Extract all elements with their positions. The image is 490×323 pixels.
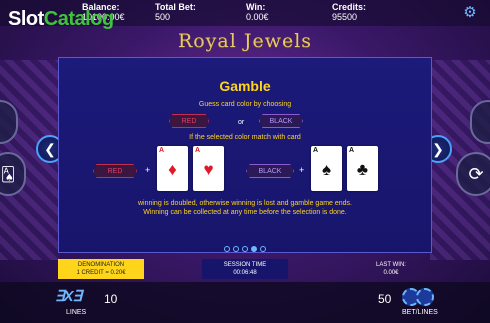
plus-sign: + (299, 165, 305, 175)
win-value: 0.00€ (246, 12, 269, 22)
card-rank: A (159, 147, 165, 154)
session-value: 00:06:48 (233, 270, 257, 276)
spade-icon: ♠ (321, 160, 332, 179)
win-stat: Win: 0.00€ (246, 2, 269, 22)
denomination-label: DENOMINATION (77, 262, 125, 268)
coins-icon[interactable] (402, 288, 436, 306)
denomination-value: 1 CREDIT = 0.20€ (76, 270, 126, 276)
page-dot[interactable] (233, 246, 239, 252)
card-ace-clubs: A ♣ (347, 146, 378, 191)
bet-value: 50 (378, 292, 392, 306)
credits-stat: Credits: 95500 (332, 2, 366, 22)
club-icon: ♣ (356, 160, 369, 179)
game-title: Royal Jewels (177, 30, 313, 52)
plus-sign: + (145, 165, 151, 175)
card-rank: A (195, 147, 201, 154)
page-dot[interactable] (224, 246, 230, 252)
watermark-part1: Slot (8, 8, 44, 30)
card-ace-hearts: A ♥ (193, 146, 224, 191)
watermark-part2: Catalog (43, 8, 114, 30)
watermark-logo: SlotCatalog (8, 8, 114, 30)
gamble-footer1: winning is doubled, otherwise winning is… (137, 200, 353, 207)
gamble-line2: If the selected color match with card (189, 134, 301, 141)
session-label: SESSION TIME (223, 262, 267, 268)
gear-icon[interactable]: ⚙ (462, 5, 478, 21)
gamble-footer2: Winning can be collected at any time bef… (143, 209, 347, 216)
spin-icon[interactable]: ⟳ (456, 152, 490, 196)
credits-value: 95500 (332, 12, 358, 22)
black-choice: BLACK (259, 114, 303, 128)
example-black: BLACK (246, 164, 294, 178)
card-ace-diamonds: A ♦ (157, 146, 188, 191)
total-bet-value: 500 (155, 12, 171, 22)
page-dots (224, 246, 268, 254)
example-red: RED (93, 164, 137, 178)
denomination-box[interactable]: DENOMINATION 1 CREDIT = 0.20€ (58, 259, 144, 279)
last-win-box: LAST WIN: 0.00€ (348, 259, 434, 279)
heart-icon: ♥ (203, 160, 214, 179)
card-rank: A (313, 147, 319, 154)
session-time-box: SESSION TIME 00:06:48 (202, 259, 288, 279)
diamond-icon: ♦ (168, 160, 177, 179)
card-ace-spades: A ♠ (311, 146, 342, 191)
lines-icon[interactable]: ∃X∃ (55, 289, 85, 305)
bet-lines-label: BET/LINES (402, 309, 438, 316)
page-dot[interactable] (251, 246, 257, 252)
red-choice: RED (169, 114, 209, 128)
page-dot[interactable] (242, 246, 248, 252)
page-dot[interactable] (260, 246, 266, 252)
gamble-line1: Guess card color by choosing (198, 101, 292, 108)
or-label: or (238, 119, 245, 126)
lines-value: 10 (104, 292, 118, 306)
gamble-panel: Gamble Guess card color by choosing RED … (58, 57, 432, 253)
last-win-label: LAST WIN: (376, 262, 406, 268)
win-label: Win: (246, 2, 266, 12)
coin-chip (416, 288, 434, 306)
credits-label: Credits: (332, 2, 367, 12)
gamble-title: Gamble (219, 78, 271, 94)
lines-label: LINES (66, 309, 87, 316)
total-bet-stat: Total Bet: 500 (155, 2, 196, 22)
total-bet-label: Total Bet: (155, 2, 196, 12)
card-rank: A (349, 147, 355, 154)
last-win-value: 0.00€ (383, 270, 399, 276)
